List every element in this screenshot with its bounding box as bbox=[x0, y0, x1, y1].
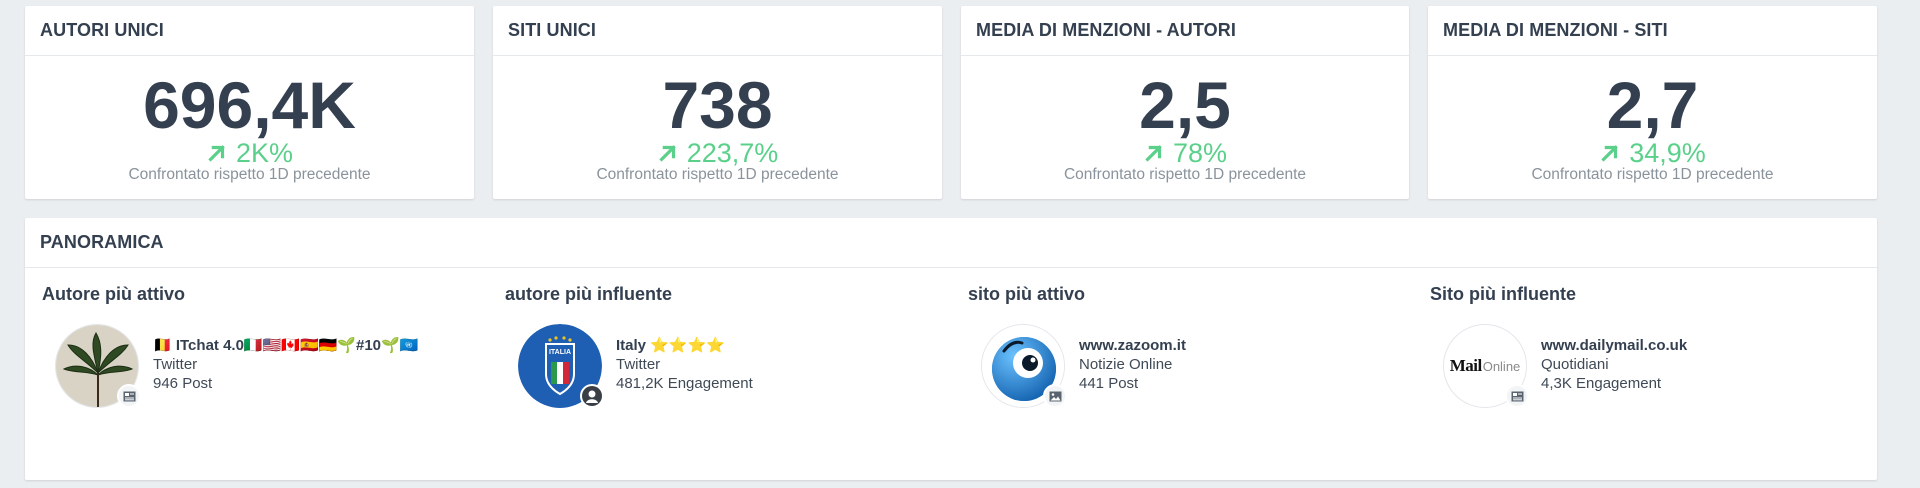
kpi-value: 2,5 bbox=[1139, 68, 1231, 142]
section-title: sito più attivo bbox=[968, 284, 1085, 304]
author-metric: 946 Post bbox=[153, 375, 213, 392]
kpi-compare-text: Confrontato rispetto 1D precedente bbox=[1531, 166, 1774, 183]
kpi-title: AUTORI UNICI bbox=[25, 6, 474, 56]
kpi-card-unique-sites: SITI UNICI 738 223,7% Confrontato rispet… bbox=[493, 6, 942, 199]
section-title: Sito più influente bbox=[1430, 284, 1576, 304]
arrow-up-right-icon bbox=[1145, 145, 1162, 162]
kpi-change: 78% bbox=[961, 138, 1409, 168]
image-icon bbox=[1043, 384, 1067, 408]
kpi-value: 738 bbox=[662, 68, 773, 142]
kpi-change-value: 78% bbox=[1172, 138, 1228, 168]
kpi-card-avg-mentions-sites: MEDIA DI MENZIONI - SITI 2,7 34,9% Confr… bbox=[1428, 6, 1877, 199]
most-active-author-section: Autore più attivo bbox=[42, 284, 185, 305]
site-source: Notizie Online bbox=[1079, 356, 1173, 373]
site-metric: 4,3K Engagement bbox=[1541, 375, 1662, 392]
kpi-change: 2K% bbox=[25, 138, 474, 168]
kpi-compare-text: Confrontato rispetto 1D precedente bbox=[1063, 166, 1307, 183]
news-icon bbox=[1505, 384, 1529, 408]
overview-title: PANORAMICA bbox=[25, 218, 1877, 268]
most-influential-author[interactable]: ITALIA Italy ⭐⭐⭐⭐ Twitter 481,2K Engagem… bbox=[518, 324, 753, 408]
section-title: autore più influente bbox=[505, 284, 673, 304]
most-active-site-section: sito più attivo bbox=[968, 284, 1085, 305]
news-icon bbox=[117, 384, 141, 408]
online-logo-text: Online bbox=[1482, 358, 1521, 374]
mail-logo-text: Mail bbox=[1449, 356, 1483, 375]
kpi-card-unique-authors: AUTORI UNICI 696,4K 2K% Confrontato risp… bbox=[25, 6, 474, 199]
author-metric: 481,2K Engagement bbox=[616, 375, 753, 392]
site-source: Quotidiani bbox=[1541, 356, 1609, 373]
kpi-change-value: 223,7% bbox=[686, 138, 779, 168]
site-name[interactable]: www.zazoom.it bbox=[1079, 336, 1186, 355]
kpi-change: 223,7% bbox=[493, 138, 942, 168]
author-source: Twitter bbox=[616, 356, 661, 373]
kpi-change-value: 2K% bbox=[235, 138, 294, 168]
site-metric: 441 Post bbox=[1079, 375, 1139, 392]
arrow-up-right-icon bbox=[208, 145, 225, 162]
most-influential-site[interactable]: Mail Online www.dailymail.co.uk Quotidian… bbox=[1443, 324, 1687, 408]
user-icon bbox=[580, 384, 604, 408]
author-name[interactable]: Italy ⭐⭐⭐⭐ bbox=[616, 336, 753, 355]
kpi-title: MEDIA DI MENZIONI - AUTORI bbox=[961, 6, 1409, 56]
kpi-value: 2,7 bbox=[1606, 68, 1699, 142]
kpi-title: SITI UNICI bbox=[493, 6, 942, 56]
arrow-up-right-icon bbox=[659, 145, 676, 162]
author-name[interactable]: 🇧🇪 ITchat 4.0🇮🇹🇺🇸🇨🇦🇪🇸🇩🇪🌱#10🌱🇺🇳 bbox=[153, 336, 418, 355]
author-source: Twitter bbox=[153, 356, 198, 373]
most-influential-author-section: autore più influente bbox=[505, 284, 672, 305]
kpi-compare-text: Confrontato rispetto 1D precedente bbox=[596, 166, 839, 183]
most-active-author[interactable]: 🇧🇪 ITchat 4.0🇮🇹🇺🇸🇨🇦🇪🇸🇩🇪🌱#10🌱🇺🇳 Twitter 9… bbox=[55, 324, 418, 408]
kpi-card-avg-mentions-authors: MEDIA DI MENZIONI - AUTORI 2,5 78% Confr… bbox=[961, 6, 1409, 199]
kpi-title: MEDIA DI MENZIONI - SITI bbox=[1428, 6, 1877, 56]
most-influential-site-section: Sito più influente bbox=[1430, 284, 1576, 305]
kpi-compare-text: Confrontato rispetto 1D precedente bbox=[128, 166, 371, 183]
italia-logo-text: ITALIA bbox=[549, 349, 571, 356]
most-active-site[interactable]: www.zazoom.it Notizie Online 441 Post bbox=[981, 324, 1186, 408]
section-title: Autore più attivo bbox=[42, 284, 185, 304]
overview-card: PANORAMICA Autore più attivo 🇧🇪 ITchat 4… bbox=[25, 218, 1877, 480]
kpi-change: 34,9% bbox=[1428, 138, 1877, 168]
arrow-up-right-icon bbox=[1601, 145, 1618, 162]
kpi-value: 696,4K bbox=[143, 68, 356, 142]
kpi-change-value: 34,9% bbox=[1629, 138, 1706, 168]
site-name[interactable]: www.dailymail.co.uk bbox=[1541, 336, 1687, 355]
